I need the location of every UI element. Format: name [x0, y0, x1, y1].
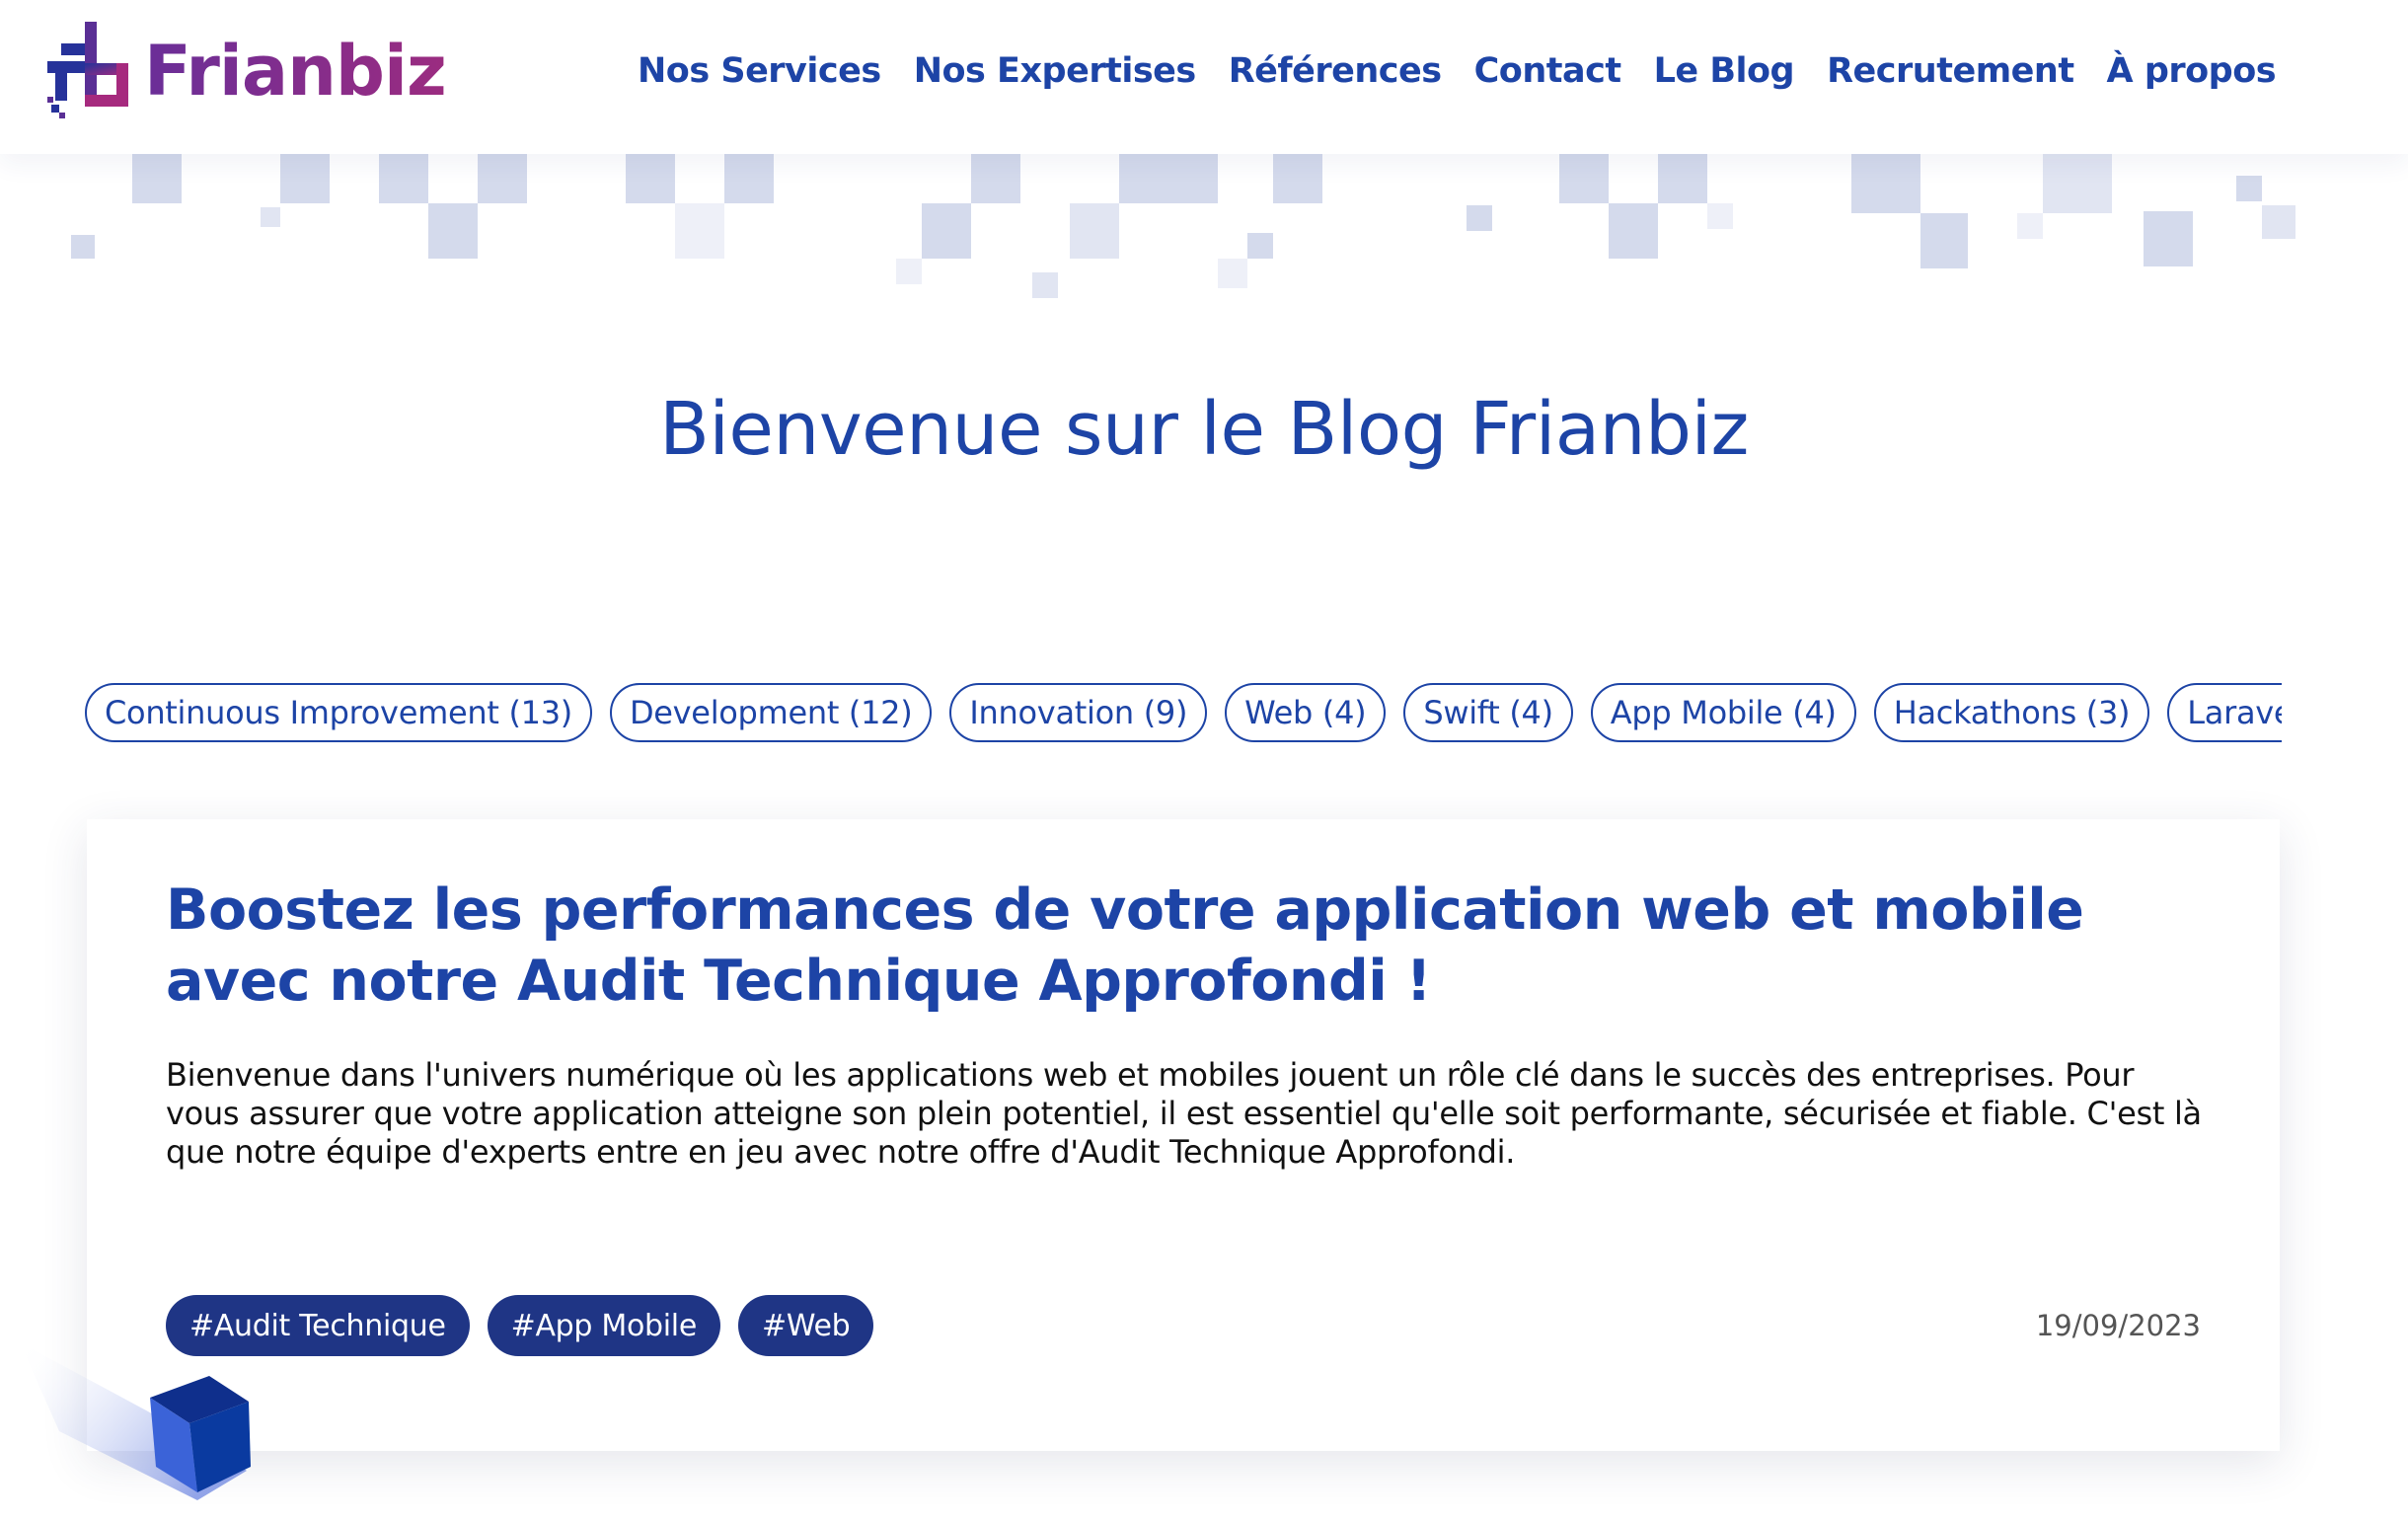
nav-link-blog[interactable]: Le Blog: [1654, 51, 1795, 91]
category-chip-development[interactable]: Development (12): [609, 683, 933, 742]
category-chip-hackathons[interactable]: Hackathons (3): [1873, 683, 2150, 742]
nav-link-recrutement[interactable]: Recrutement: [1827, 51, 2074, 91]
pixel-decoration: [0, 154, 2408, 312]
tag-web[interactable]: #Web: [738, 1295, 874, 1356]
nav-link-contact[interactable]: Contact: [1474, 51, 1621, 91]
site-header: Frianbiz Nos Services Nos Expertises Réf…: [0, 0, 2408, 154]
page-title: Bienvenue sur le Blog Frianbiz: [659, 387, 1749, 472]
nav-link-references[interactable]: Références: [1229, 51, 1442, 91]
nav-link-services[interactable]: Nos Services: [638, 51, 881, 91]
category-chip-web[interactable]: Web (4): [1225, 683, 1387, 742]
frianbiz-logo-icon: [47, 22, 128, 118]
article-title[interactable]: Boostez les performances de votre applic…: [166, 875, 2199, 1017]
cube-decoration-icon: [20, 1342, 251, 1500]
nav-link-expertises[interactable]: Nos Expertises: [914, 51, 1197, 91]
category-chip-laravel[interactable]: Laravel (3): [2167, 683, 2282, 742]
nav-link-a-propos[interactable]: À propos: [2107, 51, 2277, 91]
logo-wordmark: Frianbiz: [144, 22, 447, 120]
article-date: 19/09/2023: [2035, 1309, 2201, 1342]
article-card[interactable]: Boostez les performances de votre applic…: [87, 819, 2280, 1451]
category-filter-bar[interactable]: Continuous Improvement (13) Development …: [85, 683, 2282, 744]
main-nav: Nos Services Nos Expertises Références C…: [638, 39, 2277, 103]
category-chip-swift[interactable]: Swift (4): [1403, 683, 1573, 742]
category-chip-app-mobile[interactable]: App Mobile (4): [1590, 683, 1856, 742]
category-chip-innovation[interactable]: Innovation (9): [949, 683, 1208, 742]
tag-app-mobile[interactable]: #App Mobile: [487, 1295, 720, 1356]
site-logo[interactable]: Frianbiz: [47, 22, 447, 120]
category-chip-continuous-improvement[interactable]: Continuous Improvement (13): [85, 683, 592, 742]
article-excerpt: Bienvenue dans l'univers numérique où le…: [166, 1056, 2202, 1171]
